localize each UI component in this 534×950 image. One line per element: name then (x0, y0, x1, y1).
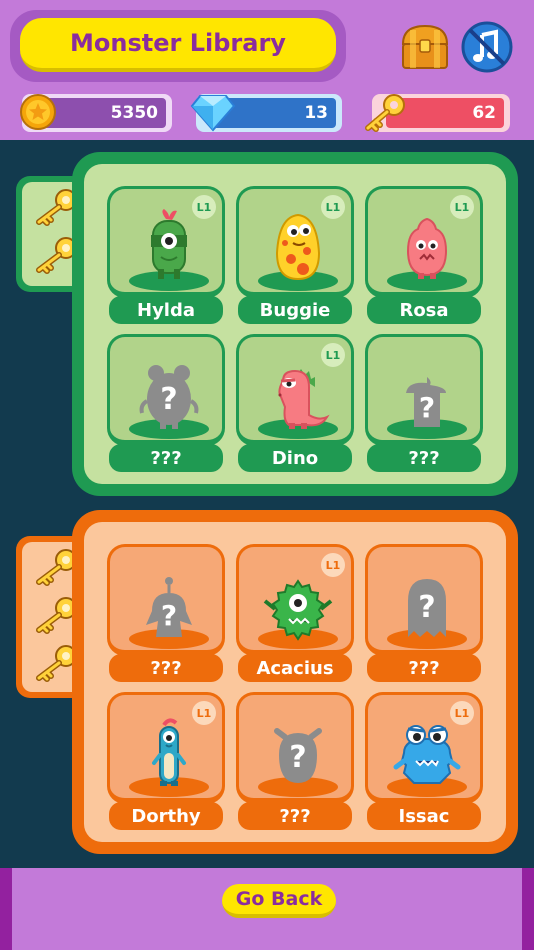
locked-monster-silhouette-icon: ? (129, 577, 209, 649)
monster-name: Dorthy (109, 802, 223, 830)
monster-name: ??? (238, 802, 352, 830)
monster-name: Rosa (367, 296, 481, 324)
level-badge: L1 (192, 195, 216, 219)
monster-card-locked[interactable]: ? ??? (236, 692, 354, 832)
key-icon (365, 94, 405, 132)
svg-text:?: ? (419, 391, 435, 424)
monster-card-buggie[interactable]: L1 Buggie (236, 186, 354, 326)
coin-icon (20, 94, 56, 130)
level-badge: L1 (450, 701, 474, 725)
monster-name: ??? (367, 444, 481, 472)
monster-card-rosa[interactable]: L1 Rosa (365, 186, 483, 326)
locked-monster-silhouette-icon: ? (258, 728, 338, 797)
monster-card-locked[interactable]: ? ??? (365, 544, 483, 684)
locked-monster-silhouette-icon: ? (129, 365, 209, 439)
monster-name: Issac (367, 802, 481, 830)
svg-text:?: ? (161, 599, 177, 632)
monster-card-locked[interactable]: ? ??? (107, 544, 225, 684)
coins-counter: 5350 (20, 94, 172, 132)
monster-card-acacius[interactable]: L1 Acacius (236, 544, 354, 684)
monster-card-hylda[interactable]: L1 Hylda (107, 186, 225, 326)
go-back-button[interactable]: Go Back (222, 884, 336, 918)
monster-card-locked[interactable]: ? ??? (107, 334, 225, 474)
title-tab: Monster Library (10, 10, 346, 82)
svg-text:?: ? (160, 382, 177, 417)
monster-name: ??? (109, 444, 223, 472)
level-badge: L1 (192, 701, 216, 725)
level-badge: L1 (321, 343, 345, 367)
locked-monster-silhouette-icon: ? (387, 377, 467, 439)
green-keys-tab (16, 176, 76, 292)
locked-monster-silhouette-icon: ? (387, 579, 467, 649)
level-badge: L1 (321, 195, 345, 219)
monster-name: Dino (238, 444, 352, 472)
monster-name: Buggie (238, 296, 352, 324)
top-bar: Monster Library 5350 13 62 (0, 0, 534, 140)
green-monster-section: L1 Hylda L1 Buggie L1 Rosa ? ??? L1 Dino… (72, 152, 518, 496)
monster-name: Acacius (238, 654, 352, 682)
monster-name: Hylda (109, 296, 223, 324)
monster-card-dorthy[interactable]: L1 Dorthy (107, 692, 225, 832)
page-title: Monster Library (20, 18, 336, 72)
diamond-icon (190, 95, 236, 132)
keys-counter: 62 (365, 94, 510, 132)
music-muted-icon[interactable] (460, 20, 514, 74)
monster-card-issac[interactable]: L1 Issac (365, 692, 483, 832)
monster-card-locked[interactable]: ? ??? (365, 334, 483, 474)
svg-text:?: ? (289, 740, 306, 775)
treasure-chest-icon[interactable] (398, 22, 452, 72)
bottom-bar: Go Back (0, 868, 534, 950)
orange-keys-tab (16, 536, 76, 698)
level-badge: L1 (450, 195, 474, 219)
level-badge: L1 (321, 553, 345, 577)
gems-counter: 13 (190, 94, 342, 132)
monster-card-dino[interactable]: L1 Dino (236, 334, 354, 474)
orange-monster-section: ? ??? L1 Acacius ? ??? L1 Dorthy ? ??? L… (72, 510, 518, 854)
monster-name: ??? (367, 654, 481, 682)
monster-name: ??? (109, 654, 223, 682)
svg-text:?: ? (418, 590, 435, 625)
